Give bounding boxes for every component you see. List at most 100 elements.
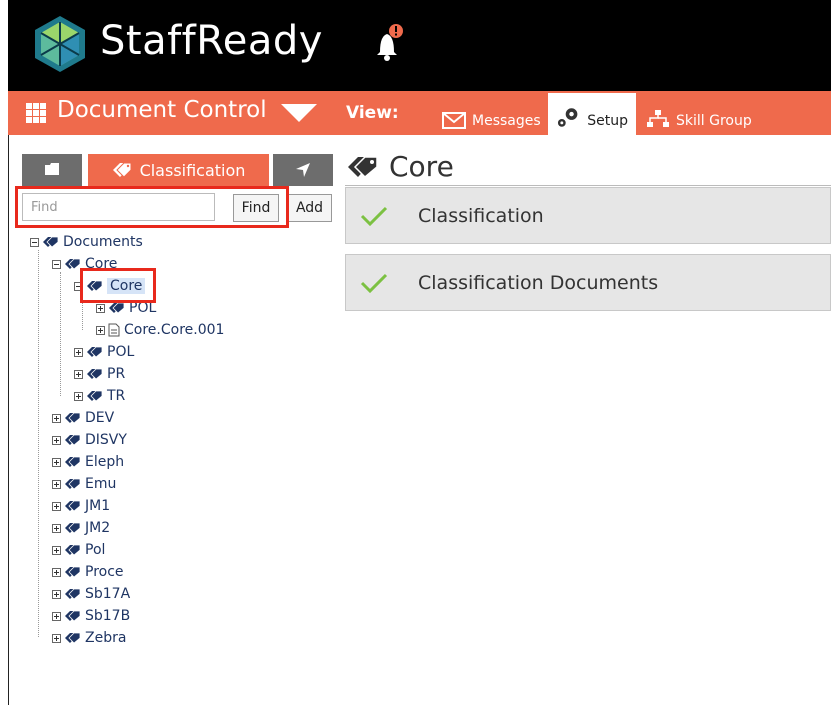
expand-icon[interactable] [52, 611, 61, 621]
tree-node-label: POL [107, 344, 135, 360]
tags-icon [65, 456, 81, 468]
tree-node-pol-top[interactable]: Pol [52, 540, 105, 560]
frame-border [8, 135, 9, 705]
folder-icon [45, 163, 59, 175]
expand-icon[interactable] [74, 391, 83, 401]
tree-node-label: DEV [85, 410, 115, 426]
section-classification[interactable]: Classification [345, 187, 831, 244]
tab-setup[interactable]: Setup [548, 93, 636, 135]
module-title[interactable]: Document Control [57, 97, 267, 123]
tree-node-eleph[interactable]: Eleph [52, 452, 124, 472]
tags-icon [65, 258, 81, 270]
tree-node-label: DISVY [85, 432, 127, 448]
expand-icon[interactable] [52, 479, 61, 489]
tags-icon [65, 434, 81, 446]
title-divider [345, 185, 831, 186]
tags-icon [43, 236, 59, 248]
tree-node-core-pol[interactable]: POL [96, 298, 156, 318]
location-arrow-icon [296, 163, 310, 177]
tree-node-label: Core [85, 256, 118, 272]
expand-icon[interactable] [52, 523, 61, 533]
tree-node-label: PR [107, 366, 126, 382]
tree-node-pr[interactable]: PR [74, 364, 125, 384]
expand-icon[interactable] [96, 303, 105, 313]
tree-node-core-selected[interactable]: Core [74, 276, 146, 296]
section-classification-documents[interactable]: Classification Documents [345, 254, 831, 311]
tree-node-label: Sb17B [85, 608, 131, 624]
expand-icon[interactable] [52, 545, 61, 555]
tags-icon [65, 522, 81, 534]
tags-icon [65, 544, 81, 556]
tree-node-sb17b[interactable]: Sb17B [52, 606, 130, 626]
brand-name: StaffReady [100, 18, 323, 64]
tree-node-disvy[interactable]: DISVY [52, 430, 127, 450]
tree-connector [60, 272, 61, 396]
expand-icon[interactable] [52, 589, 61, 599]
expand-icon[interactable] [74, 347, 83, 357]
tags-icon [65, 478, 81, 490]
expand-icon[interactable] [96, 325, 105, 335]
check-icon [360, 206, 388, 227]
collapse-icon[interactable] [52, 259, 61, 269]
check-icon [360, 273, 388, 294]
tree-node-pol[interactable]: POL [74, 342, 134, 362]
tree-node-proce[interactable]: Proce [52, 562, 124, 582]
add-button[interactable]: Add [287, 194, 332, 222]
tab-location[interactable] [273, 154, 333, 186]
tab-skill-group[interactable]: Skill Group [638, 93, 760, 135]
expand-icon[interactable] [52, 633, 61, 643]
tags-icon [87, 346, 103, 358]
tree-node-label: Emu [85, 476, 117, 492]
tree-node-label: Core.Core.001 [124, 322, 225, 338]
tags-icon [87, 280, 103, 292]
module-navbar: Document Control View: Messages Setup Sk… [8, 91, 831, 135]
find-input[interactable] [22, 193, 215, 221]
tab-messages[interactable]: Messages [434, 93, 549, 135]
gears-icon [557, 108, 578, 127]
tree-node-dev[interactable]: DEV [52, 408, 114, 428]
grid-apps-icon[interactable] [25, 102, 47, 124]
bell-alert-icon[interactable] [370, 22, 404, 62]
page-title: Core [347, 150, 454, 183]
tree-node-core[interactable]: Core [52, 254, 117, 274]
expand-icon[interactable] [52, 457, 61, 467]
collapse-icon[interactable] [74, 281, 83, 291]
tags-icon [87, 390, 103, 402]
expand-icon[interactable] [52, 413, 61, 423]
chevron-down-icon[interactable] [281, 104, 317, 124]
tree-node-core-document[interactable]: Core.Core.001 [96, 320, 224, 340]
tree-node-zebra[interactable]: Zebra [52, 628, 126, 648]
tab-classification-label: Classification [139, 160, 246, 180]
tree-node-label: Zebra [85, 630, 127, 646]
expand-icon[interactable] [52, 501, 61, 511]
tab-classification[interactable]: Classification [88, 154, 269, 186]
tree-node-documents[interactable]: Documents [30, 232, 143, 252]
tree-node-label: Core [107, 278, 146, 294]
tree-node-jm1[interactable]: JM1 [52, 496, 110, 516]
tree-node-label: Eleph [85, 454, 125, 470]
page-title-text: Core [389, 150, 454, 183]
expand-icon[interactable] [74, 369, 83, 379]
tree-node-tr[interactable]: TR [74, 386, 125, 406]
section-label: Classification [418, 204, 544, 227]
expand-icon[interactable] [52, 435, 61, 445]
tree-node-emu[interactable]: Emu [52, 474, 116, 494]
top-header: StaffReady [8, 0, 831, 91]
tree-node-jm2[interactable]: JM2 [52, 518, 110, 538]
tags-icon [112, 162, 132, 178]
tags-icon [65, 500, 81, 512]
view-label: View: [346, 103, 399, 123]
tree-node-sb17a[interactable]: Sb17A [52, 584, 130, 604]
tree-node-label: Documents [63, 234, 143, 250]
tags-icon [109, 302, 125, 314]
collapse-icon[interactable] [30, 237, 39, 247]
staffready-logo-icon [35, 16, 85, 72]
envelope-icon [442, 112, 466, 129]
tags-icon [65, 632, 81, 644]
find-button[interactable]: Find [233, 194, 279, 222]
tags-icon [65, 588, 81, 600]
tab-folder[interactable] [22, 154, 82, 186]
sitemap-icon [647, 110, 669, 127]
tree-node-label: TR [107, 388, 126, 404]
expand-icon[interactable] [52, 567, 61, 577]
